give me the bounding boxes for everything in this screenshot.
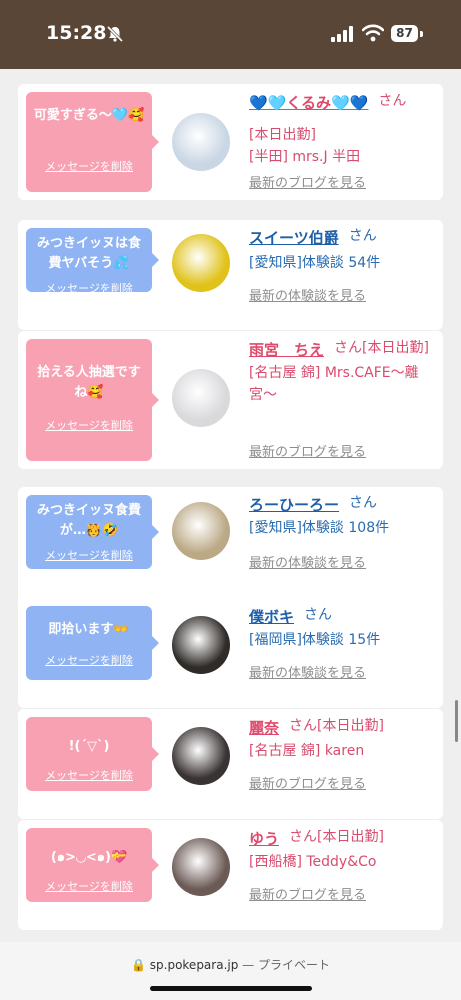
honorific-label: さん[本日出勤] (334, 340, 429, 356)
cellular-signal-icon (331, 26, 353, 42)
info-line: [西船橋] Teddy&Co (249, 854, 377, 870)
info-line: [名古屋 錦] Mrs.CAFE〜離宮〜 (249, 365, 419, 403)
message-card: 拾える人抽選ですね🥰 メッセージを削除 雨宮 ちえ さん[本日出勤] [名古屋 錦] M… (18, 331, 443, 469)
latest-post-link[interactable]: 最新のブログを見る (249, 884, 366, 903)
browser-bottom-bar: 🔒 sp.pokepara.jp — プライベート (0, 942, 461, 1000)
message-bubble: 可愛すぎる〜🩵🥰 メッセージを削除 (26, 92, 159, 192)
message-card: !(´▽`) メッセージを削除 麗奈 さん[本日出勤] [名古屋 錦] karen 最新の… (18, 709, 443, 819)
latest-post-link[interactable]: 最新のブログを見る (249, 441, 366, 460)
message-text: 即拾います👐 (48, 622, 130, 637)
user-name[interactable]: ろーひーろー (249, 496, 339, 514)
status-bar: 15:28 87 (0, 0, 461, 69)
battery-level: 87 (391, 25, 418, 42)
delete-message-link[interactable]: メッセージを削除 (26, 158, 152, 174)
info-line: [愛知県]体験談 108件 (249, 520, 390, 536)
bell-off-icon (106, 25, 124, 43)
user-name-link[interactable]: 麗奈 (249, 717, 279, 738)
latest-post-link[interactable]: 最新のブログを見る (249, 172, 366, 191)
message-text: 可愛すぎる〜🩵🥰 (33, 108, 145, 123)
delete-message-link[interactable]: メッセージを削除 (26, 547, 152, 563)
privacy-label: — プライベート (242, 958, 330, 972)
home-indicator (150, 986, 312, 991)
lock-icon: 🔒 (130, 958, 146, 972)
message-text: !(´▽`) (68, 739, 110, 754)
address-bar[interactable]: 🔒 sp.pokepara.jp — プライベート (0, 956, 461, 973)
avatar[interactable] (172, 234, 230, 292)
latest-post-link[interactable]: 最新のブログを見る (249, 773, 366, 792)
delete-message-link[interactable]: メッセージを削除 (26, 280, 152, 296)
message-text: みつきイッヌは食費ヤバそう💦 (36, 236, 141, 271)
message-card: みつきイッヌは食費ヤバそう💦 メッセージを削除 スイーツ伯爵 さん [愛知県]体験談 5… (18, 220, 443, 330)
delete-message-link[interactable]: メッセージを削除 (26, 767, 152, 783)
latest-post-link[interactable]: 最新の体験談を見る (249, 662, 366, 681)
message-text: (๑>◡<๑)💝 (50, 850, 128, 865)
status-time: 15:28 (46, 22, 107, 44)
honorific-label: さん[本日出勤] (289, 718, 384, 734)
scrollbar[interactable] (455, 700, 458, 742)
latest-post-link[interactable]: 最新の体験談を見る (249, 285, 366, 304)
info-line: [福岡県]体験談 15件 (249, 632, 381, 648)
message-bubble: 拾える人抽選ですね🥰 メッセージを削除 (26, 339, 159, 461)
message-text: みつきイッヌ食費が…🫅🤣 (36, 503, 141, 538)
user-name-link[interactable]: 💙🩵くるみ🩵💙 (249, 92, 368, 113)
info-line-2: [半田] mrs.J 半田 (249, 149, 361, 165)
user-name[interactable]: 僕ボキ (249, 608, 294, 626)
message-text: 拾える人抽選ですね🥰 (37, 365, 141, 400)
honorific-label: さん (348, 228, 377, 244)
honorific-label: さん[本日出勤] (289, 829, 384, 845)
info-line: [名古屋 錦] karen (249, 743, 365, 759)
user-name-link[interactable]: ろーひーろー (249, 494, 339, 515)
user-name[interactable]: スイーツ伯爵 (249, 229, 339, 247)
avatar[interactable] (172, 369, 230, 427)
user-name-link[interactable]: ゆう (249, 828, 279, 849)
user-name[interactable]: ゆう (249, 830, 279, 848)
avatar[interactable] (172, 502, 230, 560)
message-bubble: (๑>◡<๑)💝 メッセージを削除 (26, 828, 159, 902)
battery-icon: 87 (391, 25, 423, 43)
delete-message-link[interactable]: メッセージを削除 (26, 652, 152, 668)
message-bubble: !(´▽`) メッセージを削除 (26, 717, 159, 791)
message-card: (๑>◡<๑)💝 メッセージを削除 ゆう さん[本日出勤] [西船橋] Teddy&Co… (18, 820, 443, 930)
message-bubble: みつきイッヌは食費ヤバそう💦 メッセージを削除 (26, 228, 159, 295)
url-text: sp.pokepara.jp (149, 958, 239, 972)
info-line: [本日出勤] (249, 127, 316, 143)
delete-message-link[interactable]: メッセージを削除 (26, 878, 152, 894)
avatar[interactable] (172, 113, 230, 171)
wifi-icon (362, 24, 384, 42)
latest-post-link[interactable]: 最新の体験談を見る (249, 552, 366, 571)
message-card: 可愛すぎる〜🩵🥰 メッセージを削除 💙🩵くるみ🩵💙 さん [本日出勤] [半田] mrs.… (18, 84, 443, 200)
honorific-label: さん (349, 495, 378, 511)
user-name[interactable]: 💙🩵くるみ🩵💙 (249, 94, 368, 112)
user-name-link[interactable]: スイーツ伯爵 (249, 227, 339, 248)
message-bubble: 即拾います👐 メッセージを削除 (26, 606, 159, 680)
user-name[interactable]: 麗奈 (249, 719, 279, 737)
avatar[interactable] (172, 727, 230, 785)
message-card: 即拾います👐 メッセージを削除 僕ボキ さん [福岡県]体験談 15件 最新の体験談を見る (18, 598, 443, 708)
honorific-label: さん (304, 607, 333, 623)
user-name-link[interactable]: 僕ボキ (249, 606, 294, 627)
message-bubble: みつきイッヌ食費が…🫅🤣 メッセージを削除 (26, 495, 159, 569)
avatar[interactable] (172, 616, 230, 674)
avatar[interactable] (172, 838, 230, 896)
delete-message-link[interactable]: メッセージを削除 (26, 417, 152, 433)
message-card: みつきイッヌ食費が…🫅🤣 メッセージを削除 ろーひーろー さん [愛知県]体験談 108… (18, 487, 443, 605)
info-line: [愛知県]体験談 54件 (249, 255, 381, 271)
user-name[interactable]: 雨宮 ちえ (249, 341, 324, 359)
user-name-link[interactable]: 雨宮 ちえ (249, 339, 324, 360)
honorific-label: さん (378, 93, 407, 109)
